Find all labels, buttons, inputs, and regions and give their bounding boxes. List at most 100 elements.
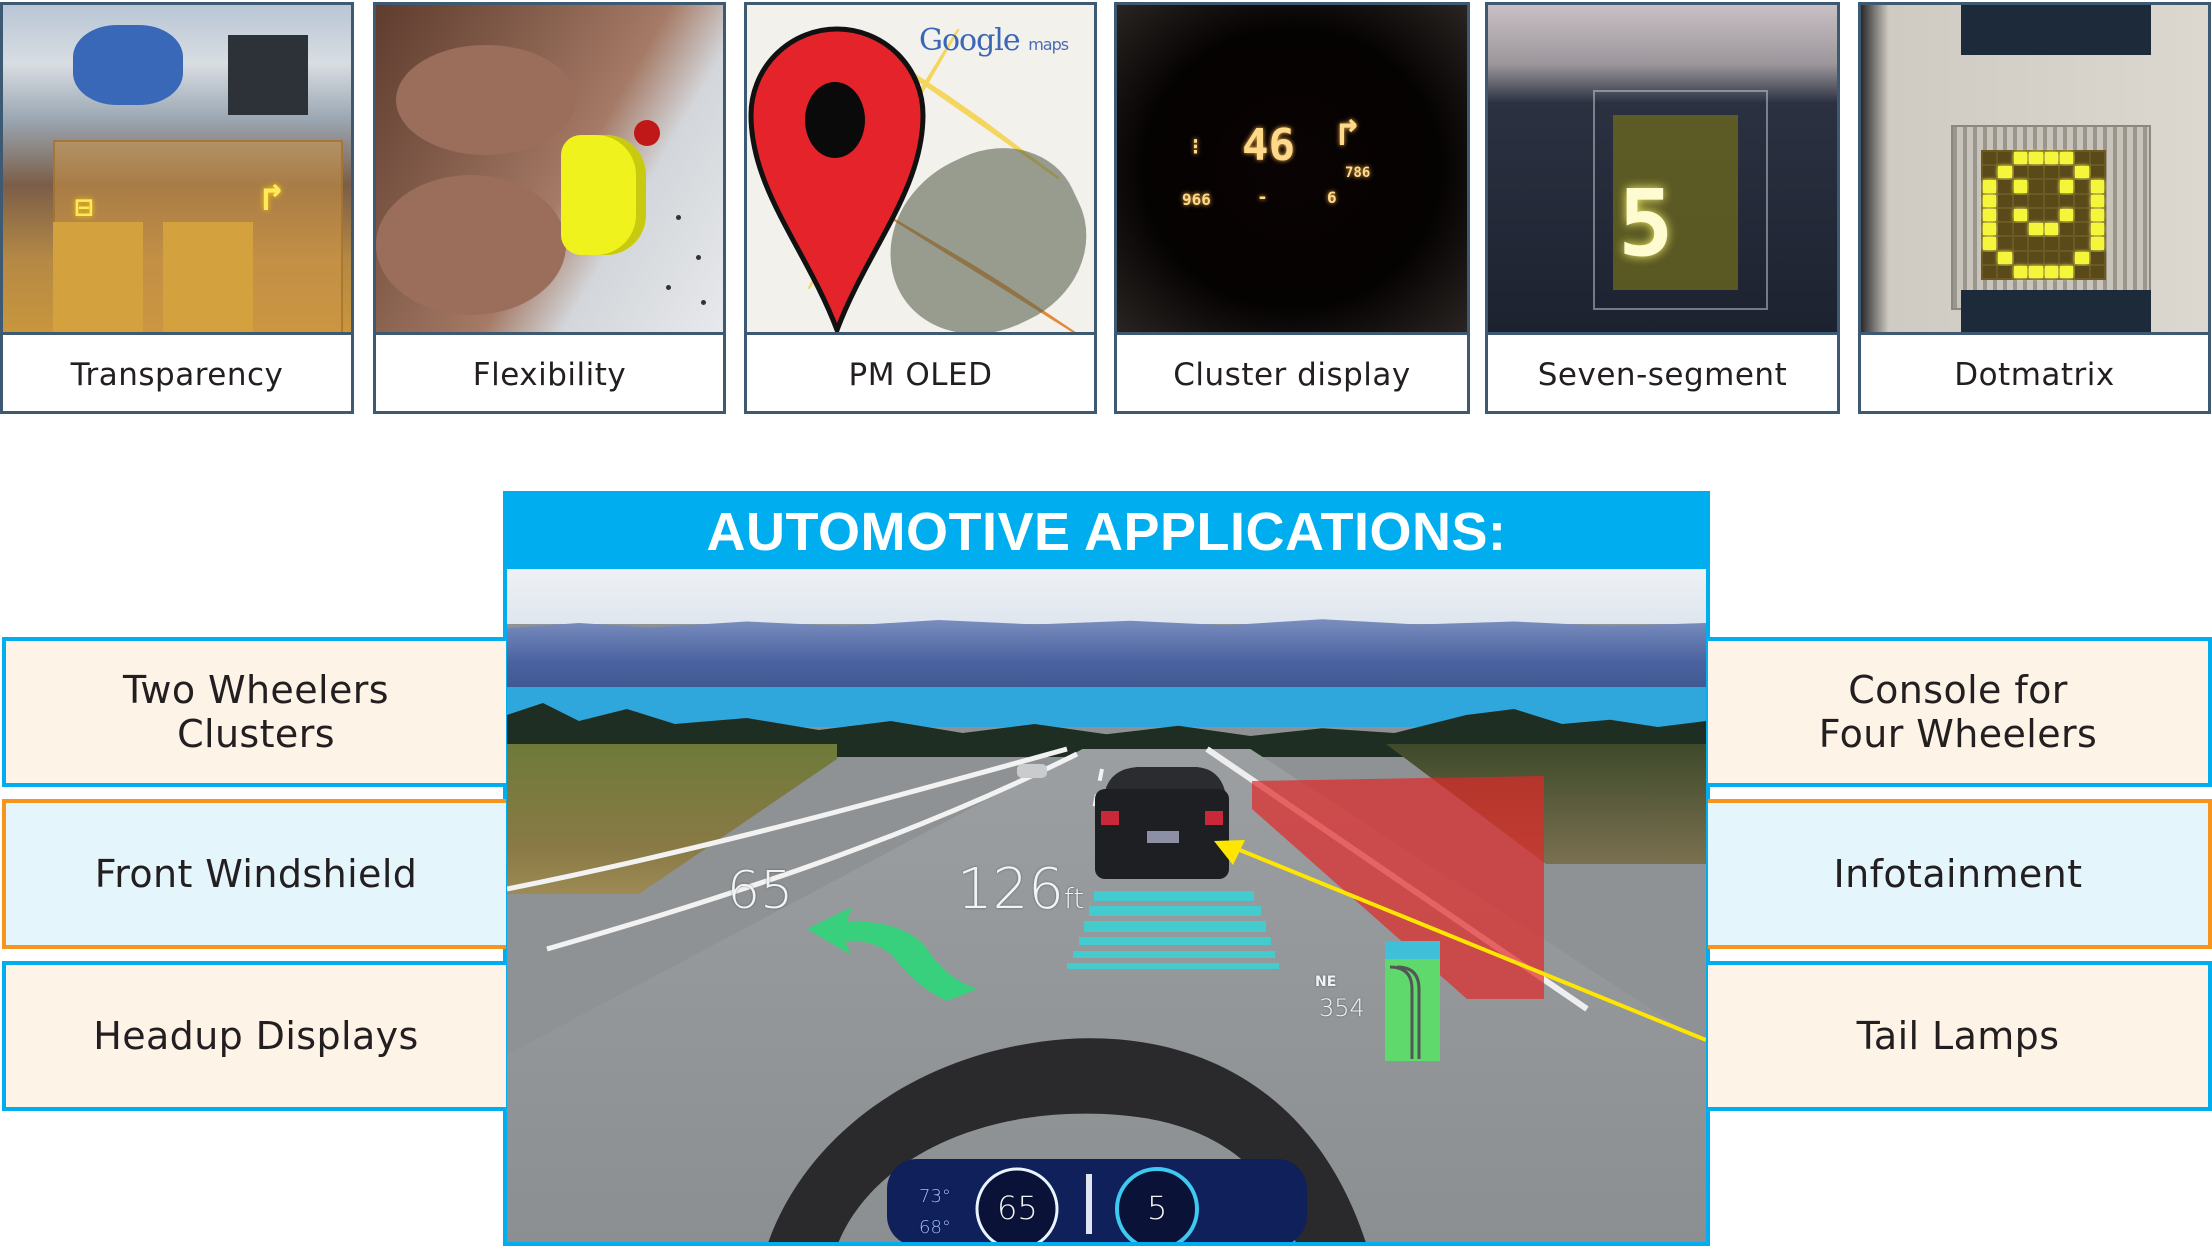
matrix-dot (1998, 194, 2012, 207)
application-two-wheelers-clusters: Two Wheelers Clusters (2, 637, 506, 787)
application-front-windshield: Front Windshield (2, 799, 506, 949)
matrix-dot (2075, 166, 2089, 179)
matrix-dot (1983, 152, 1997, 165)
flexibility-photo (376, 5, 723, 335)
matrix-dot (2075, 237, 2089, 250)
transparency-photo: ⊟ ↱ (3, 5, 351, 335)
cluster-dash: - (1257, 187, 1268, 208)
matrix-dot (2013, 180, 2028, 193)
matrix-dot (2013, 237, 2028, 250)
matrix-dot (2090, 265, 2104, 278)
matrix-dot (2075, 265, 2089, 278)
cluster-right-readout: 6 (1327, 188, 1337, 207)
matrix-dot (2075, 194, 2089, 207)
matrix-dot (1983, 223, 1997, 236)
matrix-dot (2090, 237, 2104, 250)
map-brand: Google maps (919, 23, 1069, 58)
feature-panel-transparency: ⊟ ↱ Transparency (0, 2, 354, 414)
matrix-dot (2090, 208, 2104, 222)
following-distance-bars (1067, 891, 1279, 969)
feature-panel-pm-oled: Google maps PM OLED (744, 2, 1097, 414)
header-pins (1961, 5, 2151, 55)
matrix-dot (2044, 265, 2058, 278)
application-label: Headup Displays (93, 1014, 419, 1058)
matrix-dot (1998, 152, 2012, 165)
hud-windshield-scene: 65 126ft NE 354 73° 68° 65 5 (507, 569, 1706, 1242)
automotive-title: AUTOMOTIVE APPLICATIONS: (706, 502, 1507, 562)
matrix-dot (2075, 223, 2089, 236)
matrix-dot (2059, 180, 2074, 193)
matrix-dot (2044, 180, 2058, 193)
matrix-dot (2090, 152, 2104, 165)
matrix-dot (2044, 152, 2058, 165)
matrix-dot (2013, 251, 2028, 264)
feature-label: Seven-segment (1537, 356, 1788, 393)
matrix-dot (2090, 180, 2104, 193)
breadboard-hole (701, 300, 706, 305)
matrix-dot (2044, 223, 2058, 236)
feature-panel-dotmatrix: Dotmatrix (1858, 2, 2211, 414)
cluster-speed: 46 (1242, 120, 1295, 171)
feature-panel-flexibility: Flexibility (373, 2, 726, 414)
navigation-turn-arrow-icon (807, 907, 977, 1001)
application-label: Console for Four Wheelers (1818, 668, 2098, 756)
dotmatrix-photo (1861, 5, 2208, 335)
seven-segment-digit: 5 (1618, 170, 1674, 277)
matrix-dot (2029, 208, 2043, 222)
matrix-dot (2044, 237, 2058, 250)
flex-cable (53, 222, 143, 332)
automotive-applications-panel: AUTOMOTIVE APPLICATIONS: 65 126ft NE 354… (503, 491, 1710, 1246)
dash-temp-2: 68° (919, 1217, 951, 1238)
feature-label: Flexibility (472, 356, 627, 393)
matrix-dot (1983, 194, 1997, 207)
matrix-dot (1998, 251, 2012, 264)
matrix-dot (2044, 166, 2058, 179)
matrix-dot (1983, 237, 1997, 250)
application-label: Two Wheelers Clusters (123, 668, 389, 756)
matrix-dot (2013, 265, 2028, 278)
matrix-dot (1983, 166, 1997, 179)
matrix-dot (2044, 208, 2058, 222)
header-pins (1961, 290, 2151, 332)
application-tail-lamps: Tail Lamps (1708, 961, 2212, 1111)
matrix-dot (2013, 194, 2028, 207)
hud-overlay (507, 746, 1706, 1242)
matrix-dot (2090, 223, 2104, 236)
matrix-dot (2059, 237, 2074, 250)
matrix-dot (2059, 194, 2074, 207)
application-label: Front Windshield (94, 852, 418, 896)
matrix-dot (2029, 152, 2043, 165)
hud-heading: NE (1315, 974, 1337, 990)
matrix-dot (1998, 208, 2012, 222)
feature-label: Transparency (70, 356, 284, 393)
matrix-dot (2075, 251, 2089, 264)
red-connector (634, 120, 660, 146)
matrix-dot (2059, 166, 2074, 179)
lit-arrow-glyph: ↱ (261, 175, 284, 219)
finger (376, 175, 566, 315)
matrix-dot (2029, 166, 2043, 179)
dot-matrix-grid (1981, 150, 2106, 280)
matrix-dot (1998, 180, 2012, 193)
flexible-oled-roll (561, 135, 646, 255)
matrix-dot (2013, 152, 2028, 165)
matrix-dot (2013, 166, 2028, 179)
matrix-dot (2029, 265, 2043, 278)
matrix-dot (2090, 166, 2104, 179)
application-label: Infotainment (1833, 852, 2083, 896)
hud-speed: 65 (727, 861, 794, 921)
map-pin-icon (748, 26, 926, 332)
seven-segment-photo: 5 (1488, 5, 1837, 335)
pm-oled-map-photo: Google maps (747, 5, 1094, 335)
matrix-dot (2029, 180, 2043, 193)
matrix-dot (2013, 208, 2028, 222)
matrix-dot (2029, 223, 2043, 236)
matrix-dot (2029, 194, 2043, 207)
hud-range: 354 (1319, 994, 1365, 1022)
matrix-dot (2044, 194, 2058, 207)
lead-car (1095, 767, 1229, 879)
finger (396, 45, 576, 155)
application-label: Tail Lamps (1856, 1014, 2060, 1058)
application-infotainment: Infotainment (1708, 799, 2212, 949)
hud-distance: 126ft (957, 857, 1085, 922)
